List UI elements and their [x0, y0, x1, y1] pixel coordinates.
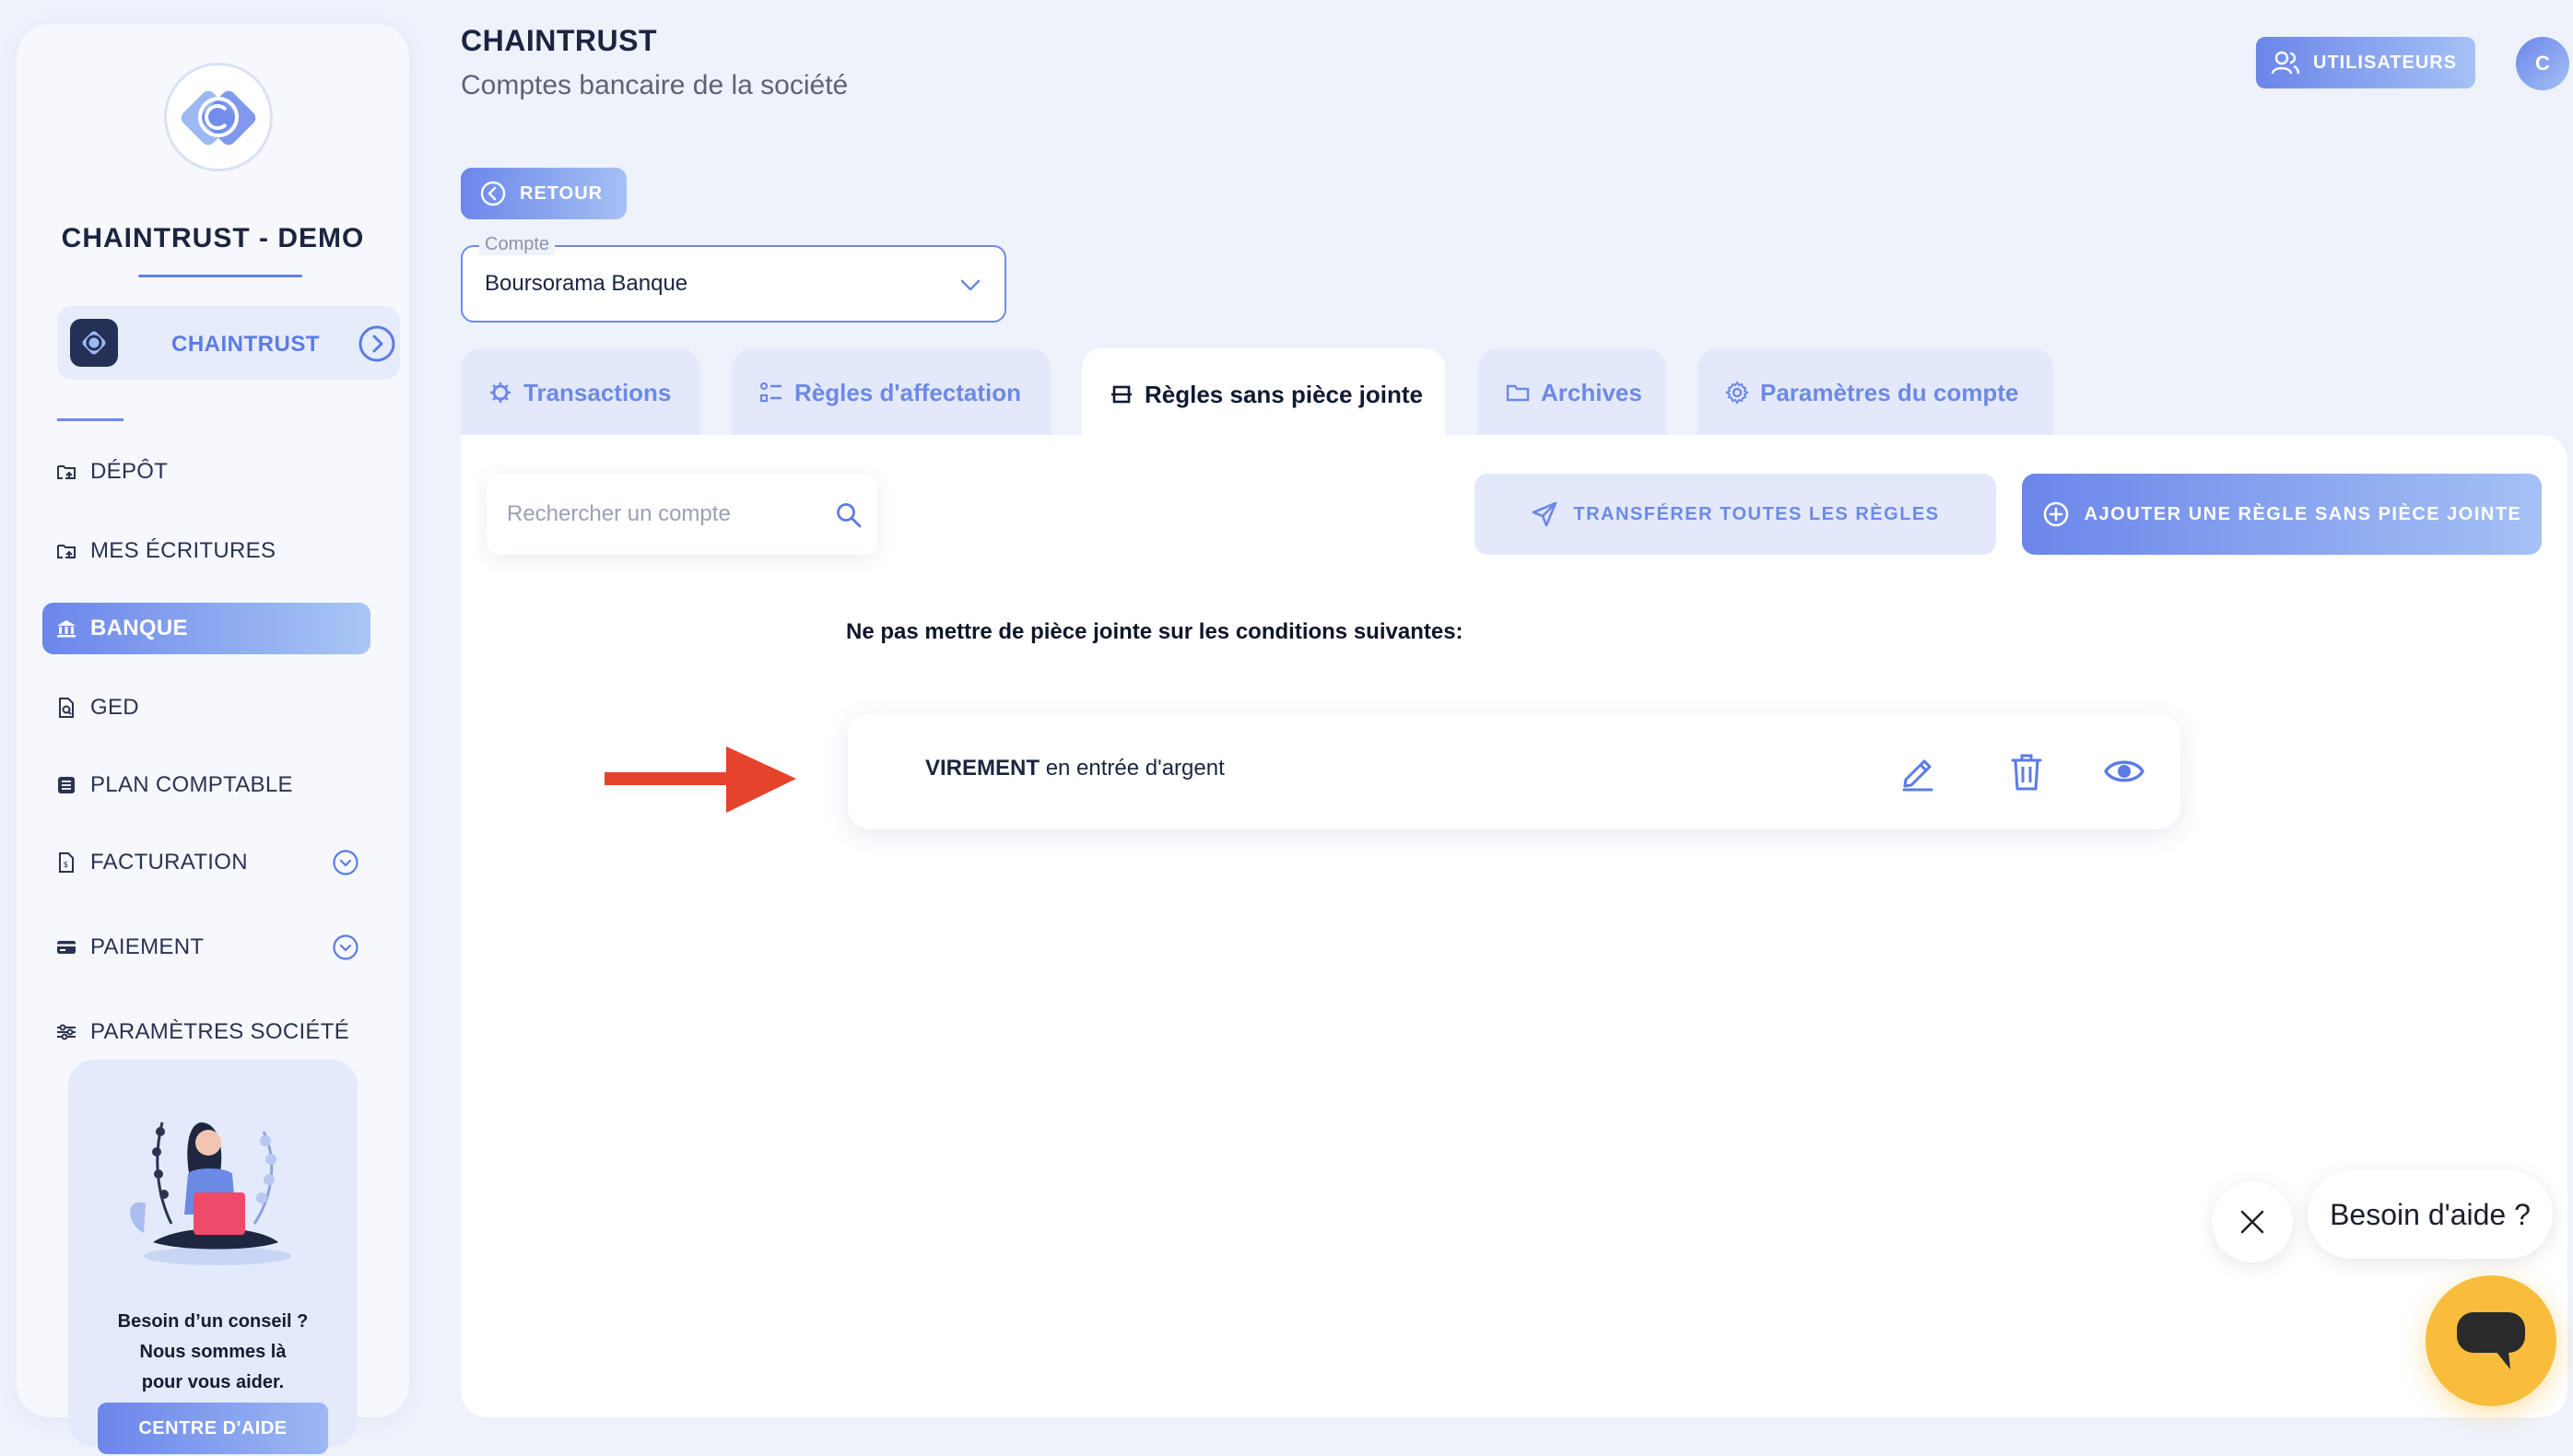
tab-label: Transactions: [523, 378, 672, 406]
chevron-down-icon: [960, 279, 981, 291]
gear-icon: [1725, 381, 1749, 405]
sidebar-item-label: PAIEMENT: [90, 934, 205, 959]
search-icon[interactable]: [835, 501, 863, 529]
sidebar-item-label: FACTURATION: [90, 850, 248, 875]
org-title: CHAINTRUST - DEMO: [61, 223, 365, 253]
search-input[interactable]: [507, 494, 820, 534]
sidebar-item-banque[interactable]: BANQUE: [42, 603, 370, 654]
invoice-icon: $: [59, 852, 74, 873]
chevron-down-circle-icon[interactable]: [332, 933, 359, 961]
chaintrust-mini-logo-icon: [82, 331, 106, 355]
page-title: CHAINTRUST: [461, 24, 657, 57]
folder-upload-icon: [57, 545, 76, 558]
rule-text: VIREMENT en entrée d'argent: [925, 756, 1225, 781]
rule-condition: en entrée d'argent: [1045, 756, 1225, 781]
tab-label: Paramètres du compte: [1760, 378, 2019, 406]
company-switcher[interactable]: CHAINTRUST: [57, 306, 400, 380]
search-box[interactable]: [487, 474, 877, 555]
help-card: Besoin d’un conseil ? Nous sommes là pou…: [68, 1060, 358, 1454]
sidebar-item-label: BANQUE: [90, 616, 188, 640]
sidebar-item-facturation[interactable]: $ FACTURATION: [42, 837, 374, 888]
tab-label: Règles d'affectation: [794, 378, 1022, 406]
folder-icon: [1506, 384, 1530, 402]
list-rules-icon: [759, 382, 781, 403]
account-select-legend: Compte: [479, 234, 556, 255]
no-attachment-icon: [1111, 385, 1132, 404]
add-rule-label: AJOUTER UNE RÈGLE SANS PIÈCE JOINTE: [2084, 503, 2522, 524]
help-center-button[interactable]: CENTRE D'AIDE: [98, 1403, 328, 1454]
chevron-left-circle-icon: [480, 181, 506, 206]
gear-sparkle-icon: [490, 382, 511, 403]
send-icon: [1533, 501, 1557, 527]
sidebar-item-depot[interactable]: DÉPÔT: [42, 446, 374, 498]
account-select[interactable]: Compte Boursorama Banque: [461, 234, 1006, 323]
company-label: CHAINTRUST: [171, 332, 320, 357]
back-button-label: RETOUR: [520, 182, 604, 204]
tab-label: Règles sans pièce jointe: [1145, 380, 1424, 408]
users-button[interactable]: UTILISATEURS: [2256, 37, 2475, 88]
transfer-all-rules-button[interactable]: TRANSFÉRER TOUTES LES RÈGLES: [1474, 474, 1996, 555]
sidebar-item-ged[interactable]: GED: [42, 682, 374, 734]
help-card-text: Besoin d’un conseil ? Nous sommes là pou…: [68, 1307, 358, 1398]
sidebar-item-label: MES ÉCRITURES: [90, 538, 276, 563]
plus-circle-icon: [2043, 501, 2068, 527]
users-icon: [2271, 51, 2300, 75]
chat-launcher-button[interactable]: [2426, 1275, 2556, 1406]
tab-label: Archives: [1541, 378, 1642, 406]
bank-icon: [57, 620, 76, 638]
red-arrow-annotation-icon: [605, 746, 796, 813]
tab-parametres-compte[interactable]: Paramètres du compte: [1698, 348, 2053, 437]
page-subtitle: Comptes bancaire de la société: [461, 70, 849, 100]
conditions-title: Ne pas mettre de pièce jointe sur les co…: [846, 619, 1463, 644]
user-avatar[interactable]: C: [2516, 37, 2569, 90]
users-button-label: UTILISATEURS: [2313, 52, 2458, 73]
card-icon: [57, 941, 76, 954]
chaintrust-logo-icon: [181, 90, 256, 146]
tab-regles-sans-piece-jointe[interactable]: Règles sans pièce jointe: [1082, 348, 1445, 440]
ledger-icon: [58, 777, 75, 793]
rule-row: VIREMENT en entrée d'argent: [848, 713, 2180, 829]
back-button[interactable]: RETOUR: [461, 168, 627, 219]
help-line-3: pour vous aider.: [141, 1372, 285, 1392]
sidebar-item-mes-ecritures[interactable]: MES ÉCRITURES: [42, 525, 374, 577]
edit-pencil-icon[interactable]: [1897, 750, 1939, 793]
sidebar-item-label: GED: [90, 695, 139, 720]
document-search-icon: [59, 698, 74, 718]
rule-keyword: VIREMENT: [925, 756, 1040, 781]
sidebar-item-label: DÉPÔT: [90, 459, 169, 484]
chevron-down-circle-icon[interactable]: [332, 849, 359, 876]
folder-upload-icon: [57, 465, 76, 479]
help-line-1: Besoin d’un conseil ?: [117, 1311, 309, 1332]
sliders-icon: [57, 1024, 76, 1040]
sidebar-item-label: PLAN COMPTABLE: [90, 772, 293, 797]
eye-icon[interactable]: [2103, 750, 2145, 793]
add-rule-button[interactable]: AJOUTER UNE RÈGLE SANS PIÈCE JOINTE: [2022, 474, 2542, 555]
tab-regles-affectation[interactable]: Règles d'affectation: [732, 348, 1051, 437]
help-line-2: Nous sommes là: [139, 1342, 287, 1362]
transfer-all-rules-label: TRANSFÉRER TOUTES LES RÈGLES: [1573, 503, 1940, 524]
chevron-right-circle-icon[interactable]: [358, 324, 396, 363]
tab-transactions[interactable]: Transactions: [461, 348, 700, 437]
org-title-underline: [138, 275, 302, 277]
sidebar-divider: [57, 418, 123, 421]
sidebar-item-label: PARAMÈTRES SOCIÉTÉ: [90, 1019, 350, 1044]
chat-icon: [2457, 1312, 2525, 1369]
chat-help-bubble[interactable]: Besoin d'aide ?: [2308, 1170, 2553, 1259]
trash-icon[interactable]: [2005, 750, 2048, 793]
account-select-value: Boursorama Banque: [485, 271, 688, 296]
meditating-woman-illustration-icon: [130, 1121, 291, 1265]
sidebar-item-paiement[interactable]: PAIEMENT: [42, 922, 374, 973]
chat-close-button[interactable]: [2212, 1181, 2293, 1262]
tab-archives[interactable]: Archives: [1478, 348, 1666, 437]
rules-panel: [461, 435, 2567, 1417]
sidebar-item-parametres-societe[interactable]: PARAMÈTRES SOCIÉTÉ: [42, 1006, 374, 1058]
company-logo: [164, 63, 273, 171]
svg-text:$: $: [64, 861, 69, 870]
sidebar-item-plan-comptable[interactable]: PLAN COMPTABLE: [42, 759, 374, 811]
close-icon: [2240, 1210, 2264, 1234]
company-avatar: [70, 319, 118, 367]
